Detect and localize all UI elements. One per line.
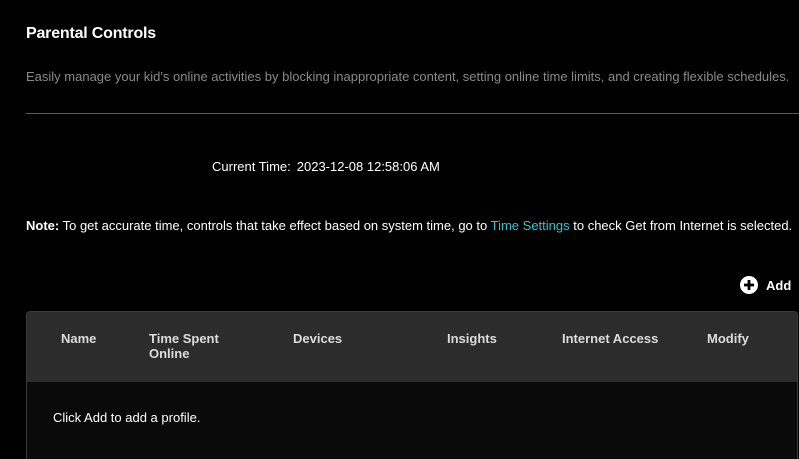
column-header-time-spent-online: Time Spent Online (149, 331, 219, 361)
add-button-label: Add (766, 277, 792, 293)
note: Note: To get accurate time, controls tha… (26, 217, 796, 234)
section-divider (26, 113, 799, 114)
page-description: Easily manage your kid's online activiti… (26, 69, 790, 84)
empty-table-message: Click Add to add a profile. (53, 410, 201, 425)
note-text-before: To get accurate time, controls that take… (59, 218, 491, 233)
add-button[interactable]: Add (740, 276, 791, 294)
note-text-after: to check Get from Internet is selected. (569, 218, 793, 233)
note-prefix: Note: (26, 218, 60, 233)
plus-circle-icon (740, 276, 758, 294)
column-header-internet-access: Internet Access (562, 331, 659, 346)
column-header-insights: Insights (447, 331, 497, 346)
table-body: Click Add to add a profile. (27, 382, 797, 459)
page-title: Parental Controls (26, 25, 156, 42)
current-time: Current Time: 2023-12-08 12:58:06 AM (212, 159, 440, 174)
current-time-label: Current Time: (212, 159, 291, 174)
table-header: Name Time Spent Online Devices Insights … (27, 312, 797, 382)
column-header-modify: Modify (707, 331, 749, 346)
column-header-name: Name (61, 331, 97, 346)
column-header-devices: Devices (293, 331, 343, 346)
time-settings-link[interactable]: Time Settings (491, 218, 570, 233)
current-time-value: 2023-12-08 12:58:06 AM (296, 159, 440, 174)
profiles-table: Name Time Spent Online Devices Insights … (26, 311, 798, 459)
